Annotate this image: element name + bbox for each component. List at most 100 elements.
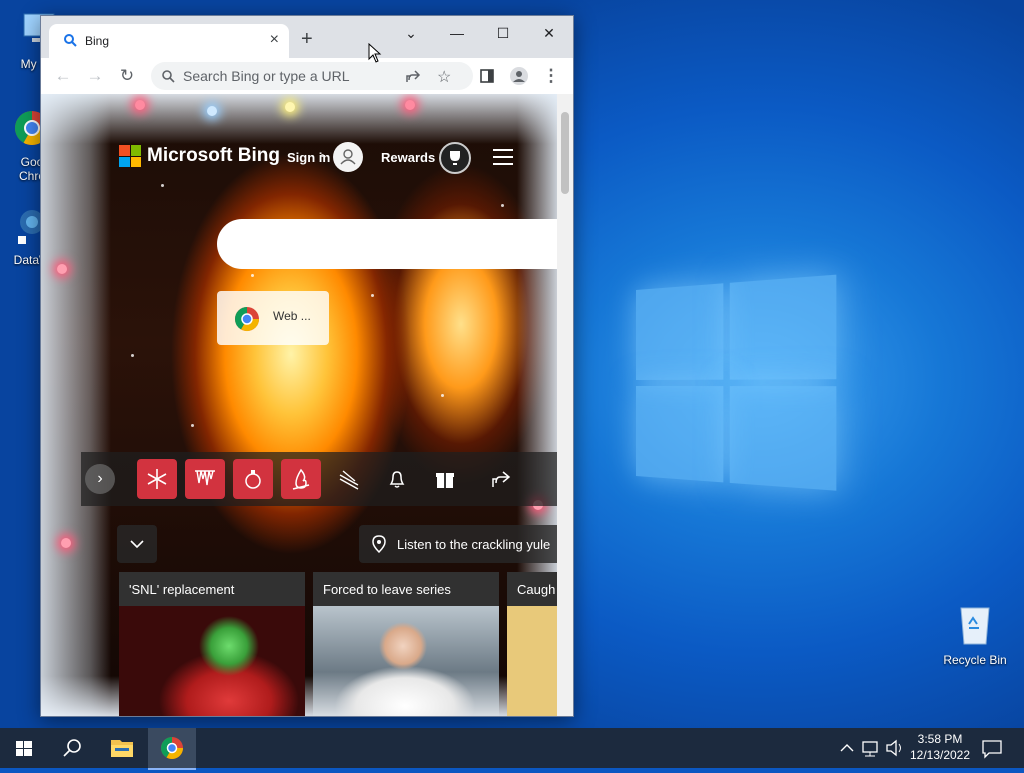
taskbar: 3:58 PM 12/13/2022 — [0, 728, 1024, 770]
news-card[interactable]: 'SNL' replacement — [119, 572, 305, 716]
chrome-icon — [233, 305, 261, 338]
side-panel-icon[interactable] — [475, 64, 499, 88]
profile-icon[interactable] — [507, 64, 531, 88]
share-icon — [492, 471, 511, 487]
news-card-headline: Caugh — [517, 582, 556, 597]
bookmark-star-icon[interactable]: ☆ — [437, 67, 451, 87]
snowflake-particle — [131, 354, 134, 357]
news-card-headline: Forced to leave series — [323, 582, 451, 597]
tab-strip: Bing × + ⌄ — ☐ ✕ — [41, 16, 573, 58]
back-arrow-icon[interactable]: ← — [51, 64, 75, 88]
share-theme-button[interactable] — [481, 459, 521, 499]
ornament-icon — [245, 470, 261, 489]
share-icon[interactable] — [405, 68, 421, 89]
mouse-cursor-icon — [368, 42, 382, 68]
scrollbar-thumb[interactable] — [561, 112, 569, 194]
location-caption: Listen to the crackling yule — [397, 537, 551, 552]
icicles-theme-button[interactable] — [185, 459, 225, 499]
minimize-button[interactable]: — — [437, 20, 477, 46]
snowflake-particle — [161, 184, 164, 187]
chrome-window: Bing × + ⌄ — ☐ ✕ ← → ↻ Search Bing or ty… — [40, 15, 574, 717]
snowflake-particle — [371, 294, 374, 297]
holiday-light — [135, 100, 145, 110]
ornament-theme-button[interactable] — [233, 459, 273, 499]
tab-title: Bing — [85, 34, 110, 48]
news-card-image — [313, 606, 499, 716]
maximize-button[interactable]: ☐ — [483, 20, 523, 46]
rewards-link[interactable]: Rewards — [381, 150, 435, 165]
news-card[interactable]: Caugh — [507, 572, 557, 716]
location-pin-icon — [372, 535, 386, 553]
bing-search-input[interactable] — [217, 219, 557, 269]
bing-logo[interactable]: Microsoft Bing — [119, 145, 280, 167]
address-bar[interactable]: Search Bing or type a URL ☆ — [151, 62, 473, 90]
sign-in-link[interactable]: Sign in — [287, 150, 330, 165]
windows-logo-wallpaper — [636, 274, 837, 496]
tab-search-chevron-icon[interactable]: ⌄ — [391, 20, 431, 46]
windows-start-icon — [16, 741, 32, 756]
trophy-icon[interactable] — [439, 142, 471, 174]
microsoft-logo-icon — [119, 145, 141, 167]
chrome-taskbar-button[interactable] — [148, 728, 196, 770]
close-tab-icon[interactable]: × — [270, 31, 279, 49]
search-icon — [161, 69, 175, 88]
holiday-light — [285, 102, 295, 112]
holiday-light — [405, 100, 415, 110]
close-window-button[interactable]: ✕ — [529, 20, 569, 46]
news-card-headline: 'SNL' replacement — [129, 582, 235, 597]
bell-theme-button[interactable] — [377, 459, 417, 499]
address-bar-placeholder: Search Bing or type a URL — [183, 68, 350, 84]
holiday-light — [207, 106, 217, 116]
network-icon[interactable] — [860, 728, 882, 768]
frost-border-decoration — [41, 94, 111, 716]
system-clock[interactable]: 3:58 PM 12/13/2022 — [900, 731, 980, 763]
action-center-icon[interactable] — [980, 728, 1004, 768]
new-tab-button[interactable]: + — [301, 28, 313, 51]
image-info-location[interactable]: Listen to the crackling yule — [359, 525, 557, 563]
gift-theme-button[interactable] — [425, 459, 465, 499]
snowflake-particle — [191, 424, 194, 427]
fire-theme-button[interactable] — [281, 459, 321, 499]
folder-icon — [111, 740, 133, 757]
frost-border-decoration — [41, 94, 557, 144]
search-icon — [63, 33, 77, 52]
holiday-theme-bar: › — [81, 452, 557, 506]
bell-icon — [389, 471, 405, 488]
start-button[interactable] — [0, 728, 48, 768]
ski-icon — [339, 470, 359, 490]
snowflake-particle — [251, 274, 254, 277]
gift-icon — [436, 473, 454, 488]
file-explorer-button[interactable] — [98, 728, 146, 768]
more-menu-icon[interactable]: ⋮ — [539, 64, 563, 88]
news-card-image — [507, 606, 557, 716]
search-icon — [63, 739, 81, 757]
snowflake-theme-button[interactable] — [137, 459, 177, 499]
browser-toolbar: ← → ↻ Search Bing or type a URL ☆ ⋮ — [41, 58, 573, 95]
holiday-light — [57, 264, 67, 274]
snowflake-icon — [147, 469, 167, 489]
bing-logo-text: Microsoft Bing — [147, 145, 280, 166]
chevron-right-icon[interactable]: › — [85, 464, 115, 494]
hamburger-menu-icon[interactable] — [493, 149, 513, 170]
quick-link-web-tile[interactable]: Web ... — [217, 291, 329, 345]
news-card[interactable]: Forced to leave series — [313, 572, 499, 716]
recycle-bin-icon — [937, 602, 1013, 649]
tab-bing[interactable]: Bing × — [49, 24, 289, 58]
fire-icon — [292, 468, 310, 490]
page-scrollbar[interactable] — [557, 94, 573, 716]
quick-link-label: Web ... — [273, 309, 311, 323]
ski-theme-button[interactable] — [329, 459, 369, 499]
chevron-down-icon — [130, 540, 144, 549]
taskbar-search-button[interactable] — [48, 728, 96, 768]
bing-page: Microsoft Bing Sign in Rewards Web ... › — [41, 94, 557, 716]
tray-overflow-chevron-up-icon[interactable] — [838, 728, 856, 768]
forward-arrow-icon[interactable]: → — [83, 64, 107, 88]
desktop-icon-recycle-bin[interactable]: Recycle Bin — [937, 602, 1013, 667]
clock-date: 12/13/2022 — [909, 748, 971, 762]
holiday-light — [61, 538, 71, 548]
reload-icon[interactable]: ↻ — [115, 64, 139, 88]
user-avatar-icon[interactable] — [333, 142, 363, 172]
expand-feed-button[interactable] — [117, 525, 157, 563]
snowflake-particle — [441, 394, 444, 397]
news-card-image — [119, 606, 305, 716]
